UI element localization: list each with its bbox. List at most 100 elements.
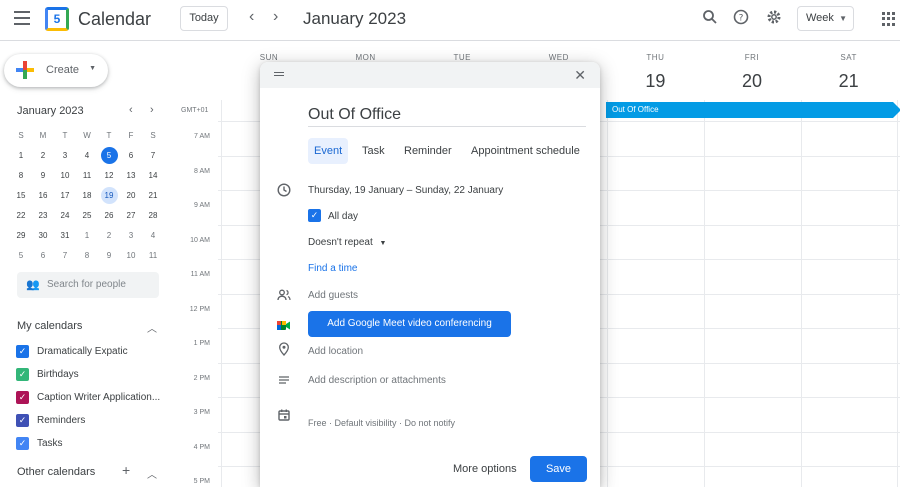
mini-day[interactable]: 22 xyxy=(10,206,32,226)
mini-day[interactable]: 2 xyxy=(32,146,54,166)
mini-day[interactable]: 17 xyxy=(54,186,76,206)
mini-day[interactable]: 20 xyxy=(120,186,142,206)
mini-day[interactable]: 10 xyxy=(54,166,76,186)
date-range-text[interactable]: Thursday, 19 January – Sunday, 22 Januar… xyxy=(308,185,503,196)
main-menu-icon[interactable] xyxy=(14,11,30,25)
top-bar: 5 Calendar Today ‹ › January 2023 ? Week… xyxy=(0,0,900,40)
mini-day[interactable]: 7 xyxy=(142,146,164,166)
time-label: 9 AM xyxy=(194,202,210,209)
mini-day[interactable]: 2 xyxy=(98,226,120,246)
mini-day[interactable]: 6 xyxy=(32,246,54,266)
tab-event[interactable]: Event xyxy=(308,138,349,164)
mini-day[interactable]: 28 xyxy=(142,206,164,226)
mini-day[interactable]: 5 xyxy=(100,147,118,164)
mini-weekday-header: T xyxy=(62,131,68,140)
mini-day[interactable]: 27 xyxy=(120,206,142,226)
add-guests-input[interactable]: Add guests xyxy=(308,290,358,301)
add-meet-button[interactable]: Add Google Meet video conferencing xyxy=(308,311,511,337)
day-header-name: SAT xyxy=(840,53,857,62)
mini-day[interactable]: 15 xyxy=(10,186,32,206)
mini-day[interactable]: 18 xyxy=(76,186,98,206)
day-header-number[interactable]: 20 xyxy=(704,71,800,92)
event-title-input[interactable] xyxy=(308,103,586,127)
mini-day[interactable]: 8 xyxy=(10,166,32,186)
next-week-icon[interactable]: › xyxy=(273,8,278,26)
mini-day[interactable]: 12 xyxy=(98,166,120,186)
drag-handle-icon[interactable] xyxy=(274,72,284,78)
mini-day[interactable]: 21 xyxy=(142,186,164,206)
mini-day[interactable]: 11 xyxy=(142,246,164,266)
all-day-checkbox[interactable]: ✓ xyxy=(308,209,321,222)
mini-prev-month-icon[interactable]: ‹ xyxy=(129,104,133,116)
mini-day[interactable]: 25 xyxy=(76,206,98,226)
mini-day[interactable]: 14 xyxy=(142,166,164,186)
calendar-checkbox[interactable]: ✓ xyxy=(16,345,29,358)
mini-day[interactable]: 10 xyxy=(120,246,142,266)
mini-day[interactable]: 5 xyxy=(10,246,32,266)
tab-appointment-schedule[interactable]: Appointment schedule xyxy=(465,138,586,164)
calendar-checkbox[interactable]: ✓ xyxy=(16,391,29,404)
mini-day[interactable]: 6 xyxy=(120,146,142,166)
add-calendar-icon[interactable]: + xyxy=(122,462,130,478)
mini-day[interactable]: 9 xyxy=(98,246,120,266)
mini-day[interactable]: 1 xyxy=(10,146,32,166)
find-a-time-link[interactable]: Find a time xyxy=(308,263,357,274)
view-select-label: Week xyxy=(806,12,834,24)
day-header-number[interactable]: 21 xyxy=(801,71,897,92)
mini-day[interactable]: 16 xyxy=(32,186,54,206)
mini-day[interactable]: 4 xyxy=(142,226,164,246)
chevron-up-icon[interactable]: ︿ xyxy=(147,320,157,335)
settings-gear-icon[interactable] xyxy=(764,9,784,29)
calendar-checkbox[interactable]: ✓ xyxy=(16,368,29,381)
add-description-input[interactable]: Add description or attachments xyxy=(308,375,446,386)
mini-day[interactable]: 29 xyxy=(10,226,32,246)
help-icon[interactable]: ? xyxy=(731,9,751,29)
people-icon: 👥 xyxy=(26,279,40,291)
day-header-name: THU xyxy=(646,53,665,62)
calendar-item-label: Tasks xyxy=(37,438,63,449)
mini-day[interactable]: 13 xyxy=(120,166,142,186)
mini-day[interactable]: 31 xyxy=(54,226,76,246)
mini-day[interactable]: 9 xyxy=(32,166,54,186)
tab-reminder[interactable]: Reminder xyxy=(398,138,458,164)
previous-week-icon[interactable]: ‹ xyxy=(249,8,254,26)
mini-day[interactable]: 24 xyxy=(54,206,76,226)
save-button[interactable]: Save xyxy=(530,456,587,482)
mini-day[interactable]: 11 xyxy=(76,166,98,186)
calendar-checkbox[interactable]: ✓ xyxy=(16,414,29,427)
mini-day[interactable]: 4 xyxy=(76,146,98,166)
close-icon[interactable]: ✕ xyxy=(574,67,586,84)
time-label: 3 PM xyxy=(193,409,210,416)
mini-day[interactable]: 23 xyxy=(32,206,54,226)
mini-day[interactable]: 7 xyxy=(54,246,76,266)
plus-icon xyxy=(15,60,35,83)
add-location-input[interactable]: Add location xyxy=(308,346,363,357)
create-button[interactable]: Create ▼ xyxy=(4,54,108,87)
search-people-input[interactable]: 👥 Search for people xyxy=(17,272,159,298)
mini-day[interactable]: 1 xyxy=(76,226,98,246)
mini-day[interactable]: 26 xyxy=(98,206,120,226)
tab-task[interactable]: Task xyxy=(356,138,391,164)
repeat-select[interactable]: Doesn't repeat ▼ xyxy=(308,237,386,248)
view-select[interactable]: Week ▼ xyxy=(797,6,854,31)
allday-event-chip[interactable]: Out Of Office xyxy=(606,102,900,118)
today-button[interactable]: Today xyxy=(180,6,228,31)
calendar-info-text[interactable]: Free · Default visibility · Do not notif… xyxy=(308,418,455,428)
time-label: 4 PM xyxy=(193,443,210,451)
mini-day[interactable]: 8 xyxy=(76,246,98,266)
calendar-checkbox[interactable]: ✓ xyxy=(16,437,29,450)
search-icon[interactable] xyxy=(700,9,720,29)
other-calendars-header[interactable]: Other calendars xyxy=(17,466,95,478)
chevron-up-icon[interactable]: ︿ xyxy=(147,466,157,481)
google-apps-icon[interactable] xyxy=(882,12,896,26)
day-header-number[interactable]: 19 xyxy=(607,71,703,92)
my-calendars-header[interactable]: My calendars xyxy=(17,320,82,332)
mini-day[interactable]: 3 xyxy=(120,226,142,246)
mini-day[interactable]: 19 xyxy=(100,187,118,204)
dialog-header[interactable]: ✕ xyxy=(260,62,600,88)
mini-next-month-icon[interactable]: › xyxy=(150,104,154,116)
mini-day[interactable]: 3 xyxy=(54,146,76,166)
mini-day[interactable]: 30 xyxy=(32,226,54,246)
mini-calendar-title: January 2023 xyxy=(17,105,84,117)
more-options-button[interactable]: More options xyxy=(453,463,517,475)
